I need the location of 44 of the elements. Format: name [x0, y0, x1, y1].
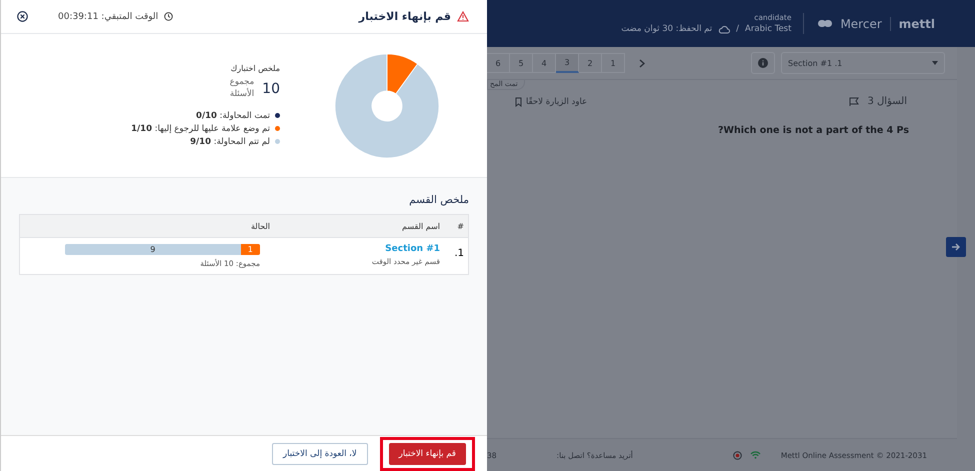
finish-button[interactable]: قم بإنهاء الاختبار [388, 442, 466, 464]
row-index: 1. [453, 247, 465, 259]
saved-status: تم الحفظ: 30 ثوان مضت [621, 24, 712, 34]
info-button[interactable] [751, 52, 775, 74]
total-label: مجموع الأسئلة [228, 77, 254, 101]
section-title: ملخص القسم [408, 194, 469, 206]
revisit-link[interactable]: عاود الزيارة لاحقًا [526, 96, 588, 106]
column-header: الحالة [250, 222, 270, 230]
close-icon[interactable] [17, 11, 28, 22]
record-icon [732, 450, 742, 460]
progress-count: 9 [149, 244, 156, 255]
question-tab[interactable]: 1 [602, 53, 625, 73]
section-link[interactable]: Section #1 [385, 244, 440, 254]
question-tab[interactable]: 2 [579, 53, 602, 73]
wifi-icon [750, 451, 761, 459]
summary-heading: ملخص اختبارك [230, 64, 280, 74]
column-header: # [456, 222, 465, 230]
back-button[interactable]: لا، العودة إلى الاختبار [272, 442, 368, 464]
section-dropdown[interactable]: Section #1 .1 [781, 52, 945, 74]
cloud-icon [718, 24, 730, 34]
question-tab[interactable]: 3 [556, 53, 579, 73]
clock-icon [164, 12, 174, 21]
logo-text: Mercer [840, 16, 882, 30]
logo-text: mettl [890, 16, 935, 30]
warning-icon [457, 11, 469, 22]
arrow-icon [951, 242, 961, 252]
flag-icon[interactable] [849, 96, 860, 106]
breadcrumb-separator: / [736, 24, 740, 34]
chevron-icon[interactable] [639, 58, 645, 68]
caret-icon [932, 61, 938, 65]
dialog-title: قم بإنهاء الاختبار [358, 10, 451, 23]
question-tab[interactable]: 5 [510, 53, 533, 73]
info-icon [758, 58, 768, 68]
question-text: ?Which one is not a part of the 4 Ps [717, 124, 910, 136]
next-button[interactable] [946, 237, 966, 257]
question-label: السؤال 3 [867, 96, 907, 107]
column-header: اسم القسم [401, 222, 440, 230]
question-tab[interactable]: 4 [533, 53, 556, 73]
logo-icon [818, 19, 832, 28]
question-tab[interactable]: 6 [487, 53, 510, 73]
total-count: 10 [262, 81, 280, 97]
test-name: Arabic Test [745, 24, 792, 34]
progress-fill: 1 [240, 244, 260, 255]
bookmark-icon[interactable] [515, 96, 522, 106]
